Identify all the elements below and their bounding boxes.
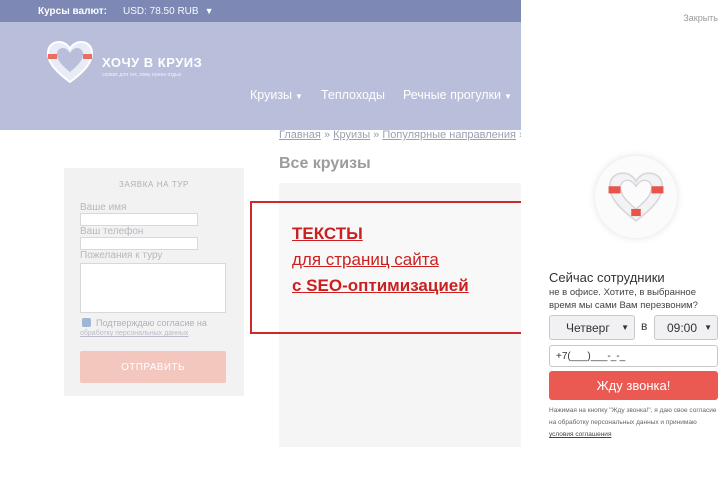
currency-label: Курсы валют: (38, 5, 107, 17)
brand-tagline: сервис для тех, кому нужен отдых (102, 72, 182, 78)
callback-heading: Сейчас сотрудники (549, 270, 665, 285)
phone-input[interactable] (80, 237, 198, 250)
close-button[interactable]: Закрыть (683, 13, 718, 23)
day-select[interactable]: Четверг ▼ (549, 315, 635, 340)
chevron-down-icon: ▼ (704, 323, 712, 332)
callback-button[interactable]: Жду звонка! (549, 371, 718, 400)
chevron-down-icon: ▼ (621, 323, 629, 332)
time-select[interactable]: 09:00 ▼ (654, 315, 718, 340)
name-input[interactable] (80, 213, 198, 226)
page-title: Все круизы (279, 155, 371, 172)
promo-line-3: с SEO-оптимизацией (292, 276, 469, 295)
lifebuoy-heart-icon (608, 172, 664, 222)
nav-item-ships[interactable]: Теплоходы (321, 88, 385, 102)
lifebuoy-icon (595, 156, 677, 238)
breadcrumb-popular[interactable]: Популярные направления (382, 129, 516, 141)
agreement-link[interactable]: условия соглашения (549, 431, 611, 438)
chevron-down-icon[interactable]: ▼ (205, 6, 214, 16)
breadcrumb-home[interactable]: Главная (279, 129, 321, 141)
form-title: ЗАЯВКА НА ТУР (119, 180, 189, 189)
tour-request-form: ЗАЯВКА НА ТУР Ваше имя Ваш телефон Пожел… (64, 168, 244, 396)
nav-item-cruises[interactable]: Круизы ▼ (250, 88, 303, 102)
brand-name[interactable]: ХОЧУ В КРУИЗ (102, 55, 202, 70)
promo-line-2: для страниц сайта (292, 250, 439, 269)
main-nav: Круизы ▼ Теплоходы Речные прогулки ▼ (250, 88, 512, 102)
consent-link[interactable]: обработку персональных данных (80, 330, 188, 337)
callback-panel: Закрыть Сейчас сотрудники не в офисе. Хо… (521, 0, 720, 480)
phone-label: Ваш телефон (80, 226, 144, 237)
breadcrumb: Главная » Круизы » Популярные направлени… (279, 129, 525, 141)
submit-button[interactable]: ОТПРАВИТЬ (80, 351, 226, 383)
promo-line-1: ТЕКСТЫ (292, 224, 363, 243)
wishes-label: Пожелания к туру (80, 250, 163, 261)
in-label: в (641, 319, 648, 333)
consent-checkbox[interactable] (82, 318, 91, 327)
breadcrumb-cruises[interactable]: Круизы (333, 129, 370, 141)
chevron-down-icon: ▼ (295, 92, 303, 101)
chevron-down-icon: ▼ (504, 92, 512, 101)
wishes-textarea[interactable] (80, 263, 226, 313)
currency-usd[interactable]: USD: 78.50 RUB (123, 6, 199, 17)
consent-text: Подтверждаю согласие на (96, 318, 207, 328)
phone-field[interactable]: +7(___)___-_-_ (549, 345, 718, 367)
name-label: Ваше имя (80, 202, 127, 213)
legal-note: Нажимая на кнопку "Жду звонка!", я даю с… (549, 407, 717, 438)
lifebuoy-logo-icon[interactable] (44, 38, 96, 86)
nav-item-river-walks[interactable]: Речные прогулки ▼ (403, 88, 512, 102)
callback-text: не в офисе. Хотите, в выбранное время мы… (549, 287, 698, 311)
